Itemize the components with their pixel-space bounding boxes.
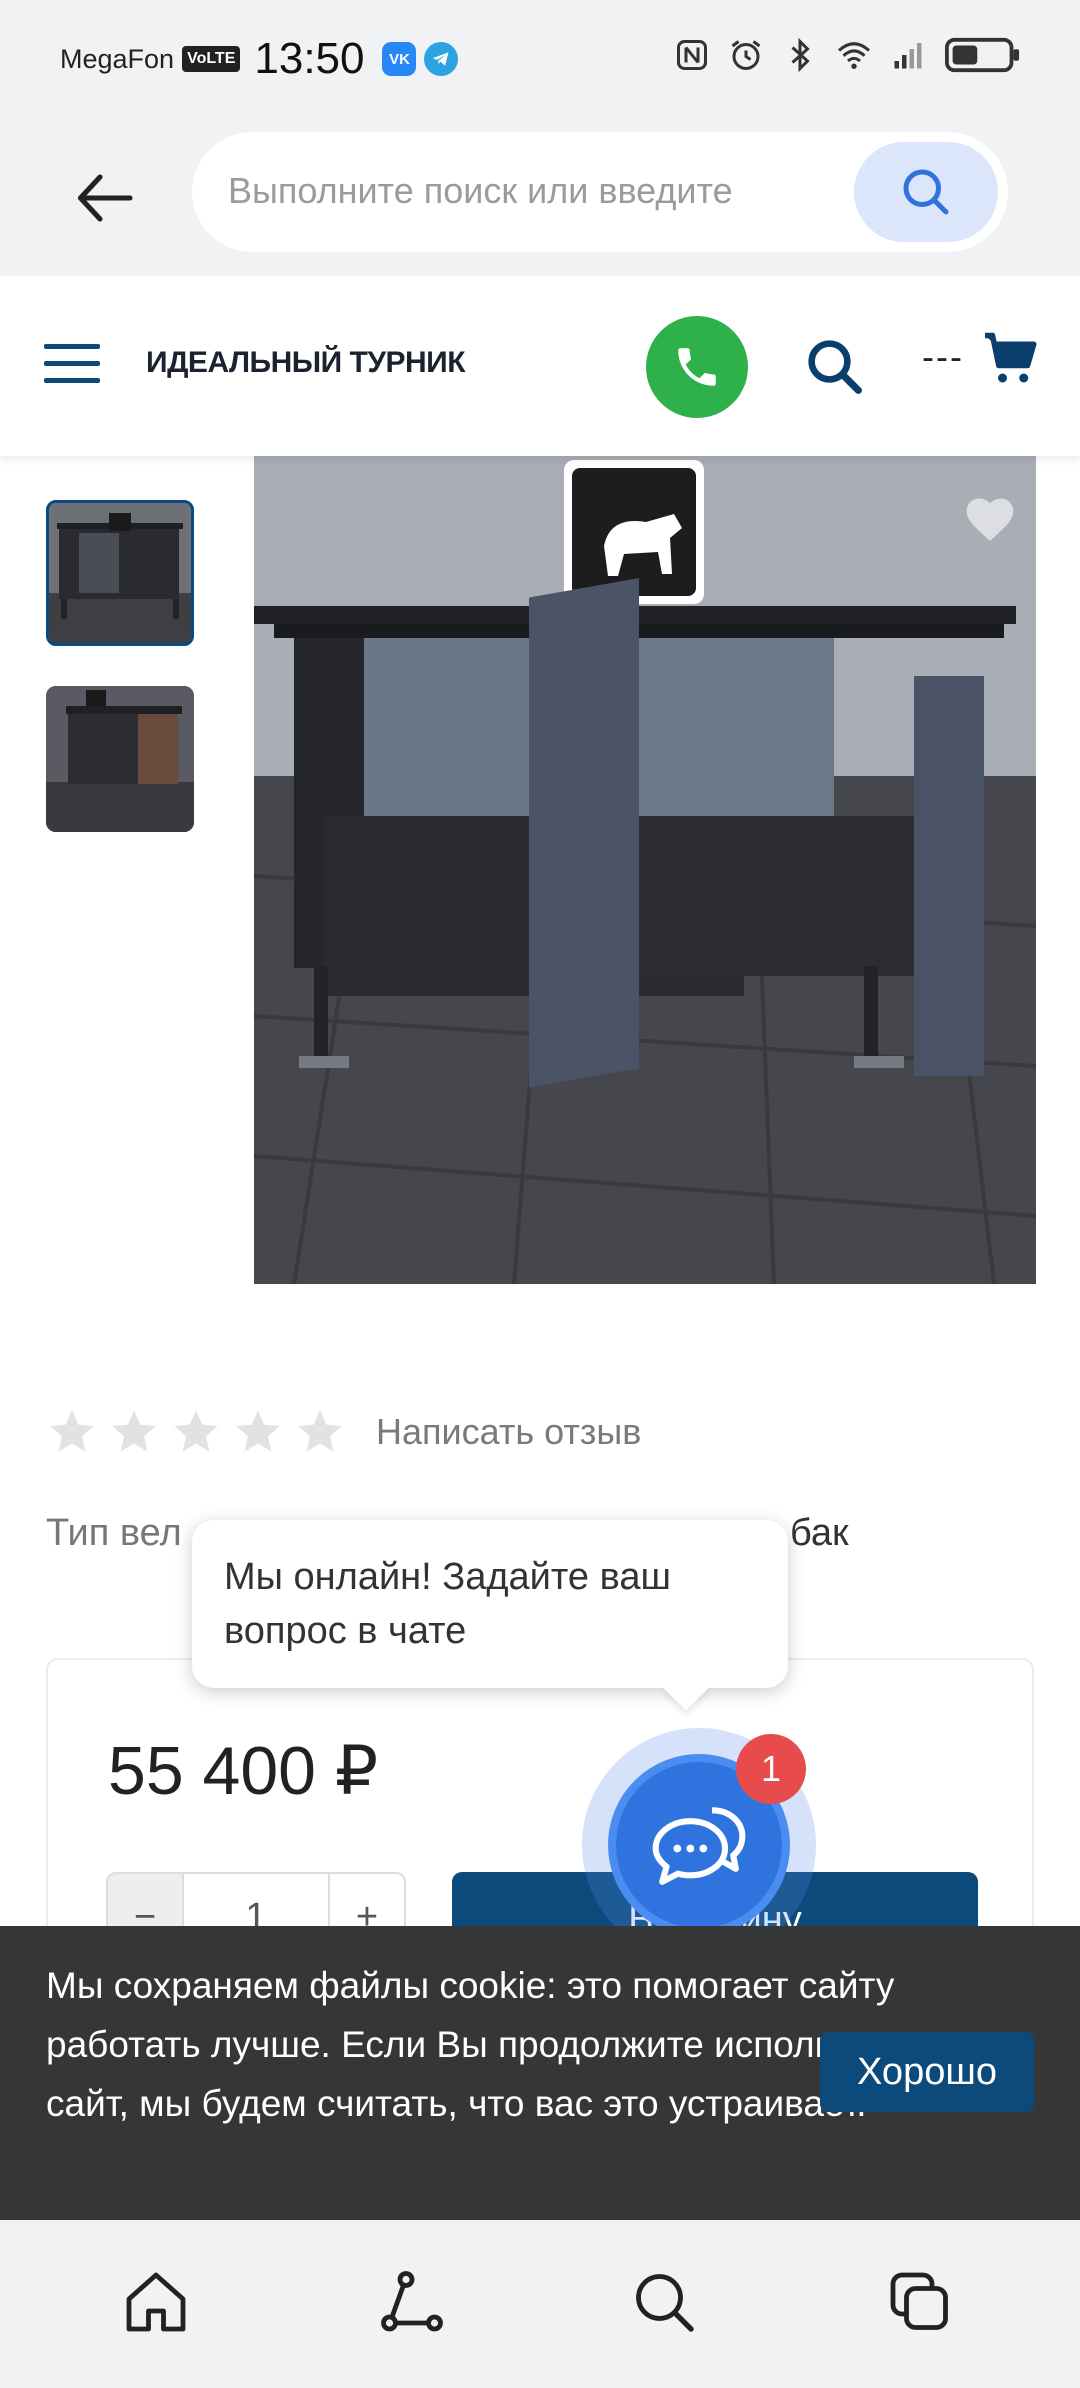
- cookie-banner: Мы сохраняем файлы cookie: это помогает …: [0, 1926, 1080, 2220]
- volte-badge: VoLTE: [182, 46, 241, 72]
- star-icon[interactable]: [46, 1406, 98, 1458]
- write-review-link[interactable]: Написать отзыв: [376, 1411, 641, 1453]
- star-icon[interactable]: [232, 1406, 284, 1458]
- hamburger-icon[interactable]: [44, 344, 100, 388]
- share-icon: [381, 2271, 443, 2332]
- signal-icon: [894, 43, 922, 69]
- cart-button[interactable]: [980, 328, 1040, 388]
- wifi-icon: [837, 42, 871, 69]
- thumbnail-image-1: [49, 503, 191, 643]
- status-left: MegaFon VoLTE 13:50 VK: [60, 34, 459, 84]
- nfc-icon: [677, 40, 707, 70]
- url-search-button[interactable]: [854, 142, 998, 242]
- bluetooth-icon: [791, 37, 810, 73]
- thumbnail-1[interactable]: [46, 500, 194, 646]
- bottom-nav: [0, 2220, 1080, 2388]
- site-header: ИДЕАЛЬНЫЙ ТУРНИК ---: [0, 276, 1080, 456]
- nav-share[interactable]: [376, 2266, 448, 2338]
- price-box: 55 400 ₽ − 1 + В корзину: [46, 1658, 1034, 1968]
- heart-icon[interactable]: [962, 492, 1018, 548]
- star-icon[interactable]: [294, 1406, 346, 1458]
- thumbnail-2[interactable]: [46, 686, 194, 832]
- back-button[interactable]: [70, 162, 142, 234]
- clock: 13:50: [254, 34, 365, 83]
- star-icon[interactable]: [170, 1406, 222, 1458]
- arrow-left-icon: [77, 174, 133, 222]
- property-label: Тип вел: [46, 1512, 182, 1554]
- telegram-icon: [424, 42, 459, 76]
- thumbnail-image-2: [46, 686, 194, 832]
- star-icon[interactable]: [108, 1406, 160, 1458]
- status-right: [674, 36, 1022, 74]
- vk-icon: VK: [382, 42, 417, 76]
- chat-unread-badge: 1: [736, 1734, 806, 1804]
- search-icon: [903, 169, 949, 215]
- rating-row: Написать отзыв: [46, 1406, 641, 1458]
- cookie-accept-button[interactable]: Хорошо: [820, 2032, 1034, 2112]
- product-photo: [254, 456, 1036, 1284]
- site-title[interactable]: ИДЕАЛЬНЫЙ ТУРНИК: [146, 346, 466, 380]
- tabs-icon: [890, 2272, 948, 2330]
- nav-tabs[interactable]: [884, 2266, 956, 2338]
- url-field[interactable]: Выполните поиск или введите: [192, 132, 1008, 252]
- home-icon: [126, 2272, 186, 2332]
- product-price: 55 400 ₽: [108, 1733, 379, 1809]
- search-icon: [808, 340, 862, 394]
- carrier-name: MegaFon: [60, 43, 175, 74]
- search-icon: [636, 2274, 694, 2332]
- chat-tooltip[interactable]: Мы онлайн! Задайте ваш вопрос в чате: [192, 1520, 788, 1688]
- chat-bubbles-icon: [652, 1807, 746, 1885]
- cart-count: ---: [922, 336, 964, 377]
- phone-icon: [678, 348, 716, 386]
- alarm-icon: [731, 40, 761, 70]
- product-main-image[interactable]: [254, 456, 1036, 1284]
- url-input[interactable]: Выполните поиск или введите: [228, 170, 788, 212]
- phone-button[interactable]: [646, 316, 748, 418]
- status-bar: MegaFon VoLTE 13:50 VK: [0, 0, 1080, 118]
- site-search-button[interactable]: [802, 334, 868, 400]
- nav-home[interactable]: [120, 2266, 192, 2338]
- browser-bar: Выполните поиск или введите: [0, 118, 1080, 276]
- cart-icon: [985, 332, 1037, 383]
- battery-icon: [945, 37, 1020, 73]
- property-value: бак: [790, 1512, 849, 1554]
- nav-search[interactable]: [628, 2266, 700, 2338]
